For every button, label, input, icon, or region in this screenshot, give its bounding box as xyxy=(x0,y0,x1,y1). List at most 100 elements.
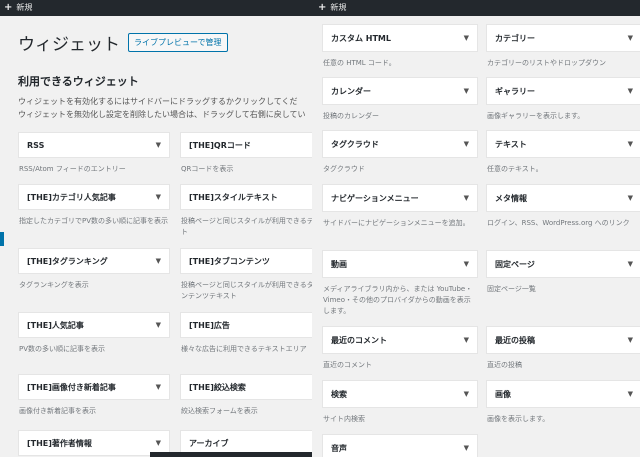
widget-item[interactable]: [THE]スタイルテキスト ▼ 投稿ページと同じスタイルが利用できるテキスト xyxy=(180,184,312,238)
widget-name: [THE]広告 xyxy=(189,320,230,330)
widget-title-bar[interactable]: ギャラリー ▼ xyxy=(486,77,640,105)
triangle-down-icon[interactable]: ▼ xyxy=(464,260,469,268)
widget-name: アーカイブ xyxy=(189,438,229,448)
widget-item[interactable]: 固定ページ ▼ 固定ページ一覧 xyxy=(486,250,640,295)
widget-item[interactable]: [THE]人気記事 ▼ PV数の多い順に記事を表示 xyxy=(18,312,170,355)
widget-title-bar[interactable]: 動画 ▼ xyxy=(322,250,478,278)
widget-name: カスタム HTML xyxy=(331,33,391,43)
description-line-1: ウィジェットを有効化するにはサイドバーにドラッグするかクリックしてくだ xyxy=(18,97,298,106)
widget-name: 検索 xyxy=(331,389,347,399)
widget-item[interactable]: [THE]QRコード ▼ QRコードを表示 xyxy=(180,132,312,175)
widget-item[interactable]: [THE]広告 ▼ 様々な広告に利用できるテキストエリア xyxy=(180,312,312,355)
available-widgets-description: ウィジェットを有効化するにはサイドバーにドラッグするかクリックしてくだ ウィジェ… xyxy=(18,95,312,121)
widget-name: 固定ページ xyxy=(495,259,535,269)
widget-title-bar[interactable]: [THE]スタイルテキスト ▼ xyxy=(180,184,312,210)
widget-title-bar[interactable]: [THE]QRコード ▼ xyxy=(180,132,312,158)
triangle-down-icon[interactable]: ▼ xyxy=(156,141,161,149)
widget-item[interactable]: [THE]タグランキング ▼ タグランキングを表示 xyxy=(18,248,170,291)
widget-item[interactable]: タグクラウド ▼ タグクラウド xyxy=(322,130,478,175)
collapse-edge-handle[interactable] xyxy=(0,232,4,246)
widget-description: RSS/Atom フィードのエントリー xyxy=(19,165,126,173)
triangle-down-icon[interactable]: ▼ xyxy=(628,260,633,268)
widget-item[interactable]: カスタム HTML ▼ 任意の HTML コード。 xyxy=(322,24,478,69)
widget-title-bar[interactable]: 最近の投稿 ▼ xyxy=(486,326,640,354)
widget-name: [THE]絞込検索 xyxy=(189,382,246,392)
triangle-down-icon[interactable]: ▼ xyxy=(464,336,469,344)
widget-title-bar[interactable]: メタ情報 ▼ xyxy=(486,184,640,212)
widget-title-bar[interactable]: [THE]著作者情報 ▼ xyxy=(18,430,170,456)
widget-title-bar[interactable]: 検索 ▼ xyxy=(322,380,478,408)
triangle-down-icon[interactable]: ▼ xyxy=(156,439,161,447)
widget-item[interactable]: 最近の投稿 ▼ 直近の投稿 xyxy=(486,326,640,371)
widget-description: タグランキングを表示 xyxy=(19,281,89,289)
widget-item[interactable]: [THE]タブコンテンツ ▼ 投稿ページと同じスタイルが利用できるタブコンテンツ… xyxy=(180,248,312,302)
triangle-down-icon[interactable]: ▼ xyxy=(464,140,469,148)
widget-title-bar[interactable]: 最近のコメント ▼ xyxy=(322,326,478,354)
widget-title-bar[interactable]: テキスト ▼ xyxy=(486,130,640,158)
widget-item[interactable]: ギャラリー ▼ 画像ギャラリーを表示します。 xyxy=(486,77,640,122)
triangle-down-icon[interactable]: ▼ xyxy=(156,383,161,391)
widget-item[interactable]: カテゴリー ▼ カテゴリーのリストやドロップダウン xyxy=(486,24,640,69)
triangle-down-icon[interactable]: ▼ xyxy=(464,87,469,95)
widget-title-bar[interactable]: [THE]絞込検索 ▼ xyxy=(180,374,312,400)
triangle-down-icon[interactable]: ▼ xyxy=(464,390,469,398)
widgets-admin-panel: + 新規 ウィジェット ライブプレビューで管理 利用できるウィジェット ウィジェ… xyxy=(0,0,312,457)
widget-title-bar[interactable]: [THE]カテゴリ人気記事 ▼ xyxy=(18,184,170,210)
triangle-down-icon[interactable]: ▼ xyxy=(156,321,161,329)
widget-title-bar[interactable]: 画像 ▼ xyxy=(486,380,640,408)
description-line-2: ウィジェットを無効化し設定を削除したい場合は、ドラッグして右側に戻してい xyxy=(18,110,306,119)
widget-title-bar[interactable]: [THE]広告 ▼ xyxy=(180,312,312,338)
widget-item[interactable]: メタ情報 ▼ ログイン、RSS、WordPress.org へのリンク xyxy=(486,184,640,229)
triangle-down-icon[interactable]: ▼ xyxy=(156,257,161,265)
widget-title-bar[interactable]: カスタム HTML ▼ xyxy=(322,24,478,52)
triangle-down-icon[interactable]: ▼ xyxy=(628,194,633,202)
widget-name: [THE]著作者情報 xyxy=(27,438,92,448)
triangle-down-icon[interactable]: ▼ xyxy=(628,87,633,95)
widget-item[interactable]: 最近のコメント ▼ 直近のコメント xyxy=(322,326,478,371)
widget-title-bar[interactable]: ナビゲーションメニュー ▼ xyxy=(322,184,478,212)
triangle-down-icon[interactable]: ▼ xyxy=(156,193,161,201)
widget-name: 最近の投稿 xyxy=(495,335,535,345)
widget-name: RSS xyxy=(27,140,45,150)
widget-description: タグクラウド xyxy=(323,165,365,173)
widget-name: タグクラウド xyxy=(331,139,379,149)
widget-title-bar[interactable]: カテゴリー ▼ xyxy=(486,24,640,52)
widget-title-bar[interactable]: [THE]人気記事 ▼ xyxy=(18,312,170,338)
widget-item[interactable]: [THE]著作者情報 ▼ xyxy=(18,430,170,456)
widget-description: カテゴリーのリストやドロップダウン xyxy=(487,59,606,67)
widget-item[interactable]: [THE]カテゴリ人気記事 ▼ 指定したカテゴリでPV数の多い順に記事を表示 xyxy=(18,184,170,227)
widget-item[interactable]: [THE]画像付き新着記事 ▼ 画像付き新着記事を表示 xyxy=(18,374,170,417)
triangle-down-icon[interactable]: ▼ xyxy=(628,336,633,344)
widget-description: 投稿のカレンダー xyxy=(323,112,379,120)
widget-item[interactable]: [THE]絞込検索 ▼ 絞込検索フォームを表示 xyxy=(180,374,312,417)
widget-title-bar[interactable]: [THE]タグランキング ▼ xyxy=(18,248,170,274)
triangle-down-icon[interactable]: ▼ xyxy=(464,34,469,42)
triangle-down-icon[interactable]: ▼ xyxy=(464,194,469,202)
widget-item[interactable]: 画像 ▼ 画像を表示します。 xyxy=(486,380,640,425)
widget-name: [THE]QRコード xyxy=(189,140,251,150)
widget-title-bar[interactable]: 音声 ▼ xyxy=(322,434,478,457)
widget-title-bar[interactable]: [THE]タブコンテンツ ▼ xyxy=(180,248,312,274)
widget-item[interactable]: RSS ▼ RSS/Atom フィードのエントリー xyxy=(18,132,170,175)
widget-title-bar[interactable]: タグクラウド ▼ xyxy=(322,130,478,158)
widget-description: 画像ギャラリーを表示します。 xyxy=(487,112,585,120)
widget-name: ギャラリー xyxy=(495,86,535,96)
widget-item[interactable]: カレンダー ▼ 投稿のカレンダー xyxy=(322,77,478,122)
live-preview-button[interactable]: ライブプレビューで管理 xyxy=(128,33,228,52)
widget-title-bar[interactable]: カレンダー ▼ xyxy=(322,77,478,105)
new-link[interactable]: 新規 xyxy=(16,0,32,16)
widget-item[interactable]: 動画 ▼ メディアライブラリ内から、または YouTube・Vimeo・その他の… xyxy=(322,250,478,317)
bottom-divider xyxy=(150,452,312,457)
widget-item[interactable]: テキスト ▼ 任意のテキスト。 xyxy=(486,130,640,175)
widget-title-bar[interactable]: 固定ページ ▼ xyxy=(486,250,640,278)
widget-item[interactable]: ナビゲーションメニュー ▼ サイドバーにナビゲーションメニューを追加。 xyxy=(322,184,478,229)
triangle-down-icon[interactable]: ▼ xyxy=(628,34,633,42)
widget-item[interactable]: 音声 ▼ xyxy=(322,434,478,457)
new-link[interactable]: 新規 xyxy=(330,0,346,16)
widget-item[interactable]: 検索 ▼ サイト内検索 xyxy=(322,380,478,425)
widget-title-bar[interactable]: RSS ▼ xyxy=(18,132,170,158)
triangle-down-icon[interactable]: ▼ xyxy=(628,140,633,148)
triangle-down-icon[interactable]: ▼ xyxy=(464,444,469,452)
triangle-down-icon[interactable]: ▼ xyxy=(628,390,633,398)
widget-title-bar[interactable]: [THE]画像付き新着記事 ▼ xyxy=(18,374,170,400)
